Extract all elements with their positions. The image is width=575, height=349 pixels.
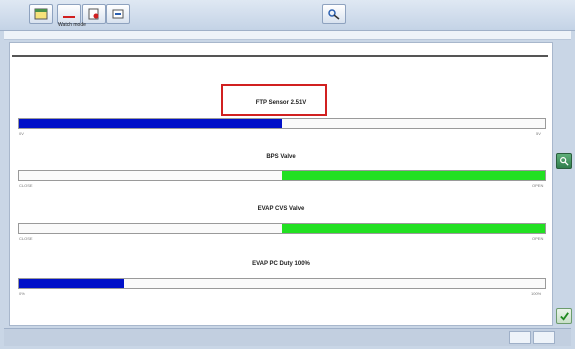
status-bar — [4, 328, 571, 346]
gauge-fill-bps — [282, 171, 545, 180]
check-icon[interactable] — [556, 308, 572, 324]
gauge-panel: FTP Sensor 2.51V 0V 5V BPS Valve CLOSE O… — [9, 42, 553, 326]
gauge-max-evap-pc: 100% — [531, 291, 542, 296]
gauge-min-ftp: 0V — [19, 131, 24, 136]
gauge-title-evap-cvs: EVAP CVS Valve — [257, 206, 305, 212]
calendar-icon[interactable] — [29, 4, 53, 24]
gauge-max-ftp: 5V — [536, 131, 541, 136]
gauge-min-evap-pc: 0% — [19, 291, 25, 296]
export-icon[interactable] — [106, 4, 130, 24]
info-strip — [4, 31, 571, 40]
gauge-max-evap-cvs: OPEN — [532, 236, 544, 241]
gauge-fill-evap-pc — [19, 279, 125, 288]
chart-icon[interactable] — [57, 4, 81, 24]
zoom-icon[interactable] — [322, 4, 346, 24]
status-box-1 — [509, 331, 531, 344]
gauge-max-bps: OPEN — [532, 183, 544, 188]
gauge-title-ftp: FTP Sensor 2.51V — [255, 100, 307, 106]
gauge-bar-evap-cvs — [18, 223, 546, 234]
magnifier-icon[interactable] — [556, 153, 572, 169]
gauge-bar-bps — [18, 170, 546, 181]
status-box-2 — [533, 331, 555, 344]
panel-divider — [12, 55, 548, 57]
watch-mode-label: Watch mode — [58, 22, 86, 28]
gauge-bar-evap-pc — [18, 278, 546, 289]
gauge-min-bps: CLOSE — [19, 183, 33, 188]
toolbar: Watch mode — [0, 0, 575, 31]
report-icon[interactable] — [82, 4, 106, 24]
gauge-title-evap-pc: EVAP PC Duty 100% — [252, 261, 310, 267]
gauge-bar-ftp — [18, 118, 546, 129]
gauge-fill-ftp — [19, 119, 282, 128]
gauge-fill-evap-cvs — [282, 224, 545, 233]
gauge-min-evap-cvs: CLOSE — [19, 236, 33, 241]
gauge-title-bps: BPS Valve — [266, 154, 296, 160]
